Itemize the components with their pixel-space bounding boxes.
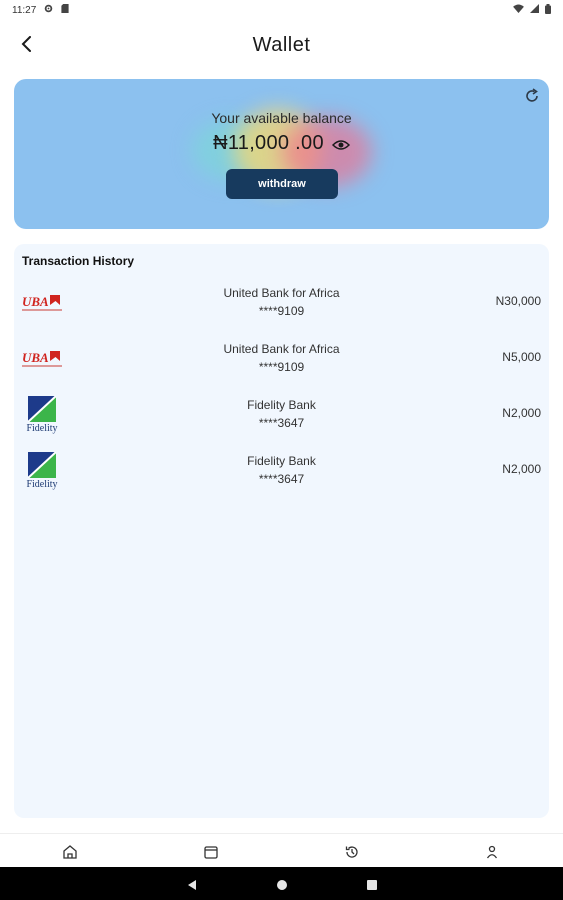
transaction-row[interactable]: Fidelity Fidelity Bank ****3647 N2,000 <box>14 448 549 498</box>
status-bar: 11:27 <box>0 0 563 20</box>
transaction-details: Fidelity Bank ****3647 <box>14 396 549 432</box>
transaction-history-card: Transaction History UBA United Bank for … <box>14 244 549 818</box>
bank-name: Fidelity Bank <box>247 398 316 412</box>
recents-square-icon <box>367 880 377 890</box>
bank-name: Fidelity Bank <box>247 454 316 468</box>
bank-name: United Bank for Africa <box>223 286 340 300</box>
system-back-button[interactable] <box>186 878 198 890</box>
bank-name: United Bank for Africa <box>223 342 340 356</box>
gear-icon <box>44 4 53 16</box>
balance-card: Your available balance ₦11,000 .00 withd… <box>14 79 549 229</box>
refresh-icon <box>526 88 538 102</box>
system-recents-button[interactable] <box>366 878 378 890</box>
transaction-amount: N2,000 <box>502 406 541 420</box>
balance-row: ₦11,000 .00 <box>14 132 549 155</box>
account-number: ****9109 <box>258 304 305 318</box>
transaction-amount: N2,000 <box>502 462 541 476</box>
account-number: ****9109 <box>258 360 305 374</box>
transaction-row[interactable]: UBA United Bank for Africa ****9109 N30,… <box>14 280 549 330</box>
battery-icon <box>545 3 551 17</box>
nav-profile[interactable] <box>484 844 500 860</box>
nav-home[interactable] <box>62 844 78 860</box>
system-nav-bar <box>0 867 563 900</box>
transaction-row[interactable]: Fidelity Fidelity Bank ****3647 N2,000 <box>14 392 549 442</box>
nav-wallet[interactable] <box>203 844 219 860</box>
wallet-icon <box>204 846 218 859</box>
history-title: Transaction History <box>22 254 135 268</box>
transaction-details: Fidelity Bank ****3647 <box>14 452 549 488</box>
signal-icon <box>530 4 539 16</box>
status-time: 11:27 <box>12 4 37 16</box>
wifi-icon <box>513 4 524 16</box>
transaction-details: United Bank for Africa ****9109 <box>14 340 549 376</box>
account-number: ****3647 <box>258 472 305 486</box>
withdraw-button[interactable]: withdraw <box>226 169 338 199</box>
transaction-details: United Bank for Africa ****9109 <box>14 284 549 320</box>
back-button[interactable] <box>14 30 40 58</box>
home-circle-icon <box>277 880 287 890</box>
eye-icon <box>331 139 350 150</box>
toggle-visibility-button[interactable] <box>331 138 350 150</box>
balance-amount: ₦11,000 .00 <box>213 132 324 154</box>
sd-card-icon <box>61 4 69 16</box>
transaction-amount: N30,000 <box>495 294 541 308</box>
refresh-button[interactable] <box>523 87 541 105</box>
app-bar: Wallet <box>0 20 563 70</box>
home-icon <box>63 845 77 859</box>
transaction-amount: N5,000 <box>502 350 541 364</box>
account-number: ****3647 <box>258 416 305 430</box>
bottom-nav <box>0 833 563 867</box>
back-triangle-icon <box>188 880 196 890</box>
page-title: Wallet <box>252 33 311 56</box>
system-home-button[interactable] <box>276 878 288 890</box>
history-icon <box>345 846 358 858</box>
profile-icon <box>486 845 498 859</box>
nav-history[interactable] <box>344 844 360 860</box>
balance-label: Your available balance <box>211 110 352 126</box>
chevron-left-icon <box>21 36 31 52</box>
transaction-row[interactable]: UBA United Bank for Africa ****9109 N5,0… <box>14 336 549 386</box>
